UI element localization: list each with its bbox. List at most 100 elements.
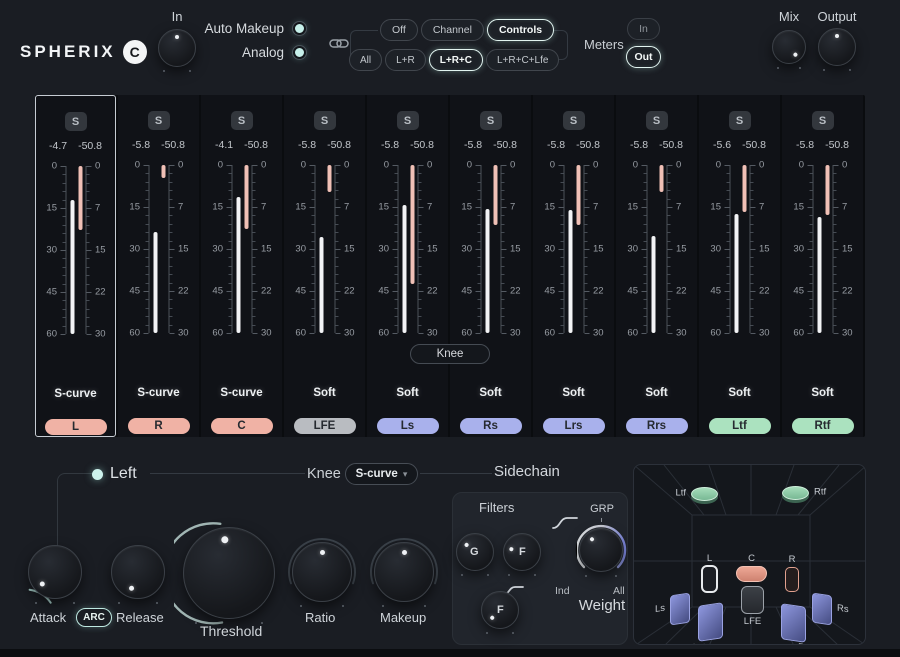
channel-meter: 01530456007152230 — [457, 165, 524, 333]
channel-strip-c[interactable]: S-4.1-50.801530456007152230S-curveC — [201, 95, 282, 437]
group-button-l-r-c[interactable]: L+R+C — [429, 49, 483, 71]
solo-button[interactable]: S — [563, 111, 585, 130]
channel-pill-lrs[interactable]: Lrs — [543, 418, 605, 434]
channel-strip-rrs[interactable]: S-5.8-50.801530456007152230SoftRrs — [616, 95, 697, 437]
logo-badge-icon: C — [123, 40, 147, 64]
mix-knob[interactable] — [772, 30, 806, 64]
speaker-label: Lrs — [693, 641, 706, 645]
channel-pill-ls[interactable]: Ls — [377, 418, 439, 434]
attack-knob[interactable] — [28, 545, 82, 599]
speaker-ls[interactable]: Ls — [670, 593, 690, 626]
solo-button[interactable]: S — [646, 111, 668, 130]
speaker-c[interactable]: C — [736, 566, 767, 582]
gain-reduction-bar — [244, 165, 248, 229]
meter-ruler — [251, 165, 258, 333]
channel-meter: 01530456007152230 — [623, 165, 690, 333]
sidechain-freq2-knob[interactable] — [481, 591, 519, 629]
logo-text: SPHERIX — [20, 42, 116, 62]
knee-select[interactable]: S-curve ▾ — [345, 463, 418, 485]
channel-strip-ltf[interactable]: S-5.6-50.801530456007152230SoftLtf — [699, 95, 780, 437]
solo-button[interactable]: S — [480, 111, 502, 130]
group-button-l-r[interactable]: L+R — [385, 49, 426, 71]
mode-button-off[interactable]: Off — [380, 19, 418, 41]
speaker-rtf[interactable]: Rtf — [782, 486, 809, 500]
solo-button[interactable]: S — [812, 111, 834, 130]
knee-label: Knee — [307, 466, 341, 482]
channel-pill-c[interactable]: C — [211, 418, 273, 434]
link-icon[interactable] — [329, 37, 349, 55]
knob-indicator — [105, 539, 172, 606]
meters-out-button[interactable]: Out — [626, 46, 661, 68]
level-meter-bar — [236, 197, 240, 333]
output-knob[interactable] — [818, 28, 856, 66]
analog-toggle[interactable] — [293, 46, 306, 59]
weight-knob[interactable] — [579, 528, 623, 572]
solo-button[interactable]: S — [231, 111, 253, 130]
makeup-knob[interactable] — [374, 542, 434, 602]
channel-pill-ltf[interactable]: Ltf — [709, 418, 771, 434]
arc-button[interactable]: ARC — [76, 608, 112, 627]
speaker-ltf[interactable]: Ltf — [691, 487, 718, 501]
release-knob[interactable] — [111, 545, 165, 599]
speaker-l[interactable]: L — [701, 565, 718, 593]
channel-strip-lrs[interactable]: S-5.8-50.801530456007152230SoftLrs — [533, 95, 614, 437]
channel-pill-l[interactable]: L — [45, 419, 107, 435]
speaker-label: C — [748, 553, 755, 564]
speaker-lfe[interactable]: LFE — [741, 586, 764, 614]
meter-ruler — [391, 165, 398, 333]
weight-min-label: Ind — [555, 585, 570, 597]
threshold-label: Threshold — [200, 623, 262, 639]
speaker-label: LFE — [744, 616, 761, 627]
mode-button-channel[interactable]: Channel — [421, 19, 484, 41]
group-button-l-r-c-lfe[interactable]: L+R+C+Lfe — [486, 49, 559, 71]
speaker-r[interactable]: R — [785, 567, 799, 592]
speaker-layout-panel: Ltf Rtf L C R LFE Ls Lrs RrsRs — [633, 464, 866, 645]
channel-readout: -5.8-50.8 — [533, 139, 614, 151]
sidechain-panel: Filters G F F GRP — [452, 492, 628, 645]
meter-scale-right: 07152230 — [341, 165, 358, 333]
speaker-lrs[interactable]: Lrs — [698, 602, 723, 642]
speaker-label: R — [789, 554, 796, 565]
speaker-rs[interactable]: Rs — [812, 593, 832, 626]
channel-strip-l[interactable]: S-4.7-50.801530456007152230S-curveL — [35, 95, 116, 437]
auto-makeup-toggle[interactable] — [293, 22, 306, 35]
mode-button-controls[interactable]: Controls — [487, 19, 554, 41]
sidechain-gain-knob[interactable] — [456, 533, 494, 571]
channel-pill-rs[interactable]: Rs — [460, 418, 522, 434]
knob-indicator — [766, 24, 811, 69]
meter-ruler — [142, 165, 149, 333]
channel-strip-r[interactable]: S-5.8-50.801530456007152230S-curveR — [118, 95, 199, 437]
knee-button[interactable]: Knee — [410, 344, 490, 364]
solo-button[interactable]: S — [729, 111, 751, 130]
meter-ruler — [59, 166, 66, 334]
channel-pill-rtf[interactable]: Rtf — [792, 418, 854, 434]
solo-button[interactable]: S — [65, 112, 87, 131]
channel-strip-ls[interactable]: S-5.8-50.801530456007152230SoftLs — [367, 95, 448, 437]
group-button-all[interactable]: All — [349, 49, 382, 71]
channel-pill-r[interactable]: R — [128, 418, 190, 434]
speaker-rrs[interactable]: Rrs — [781, 603, 806, 643]
channel-strip-lfe[interactable]: S-5.8-50.801530456007152230SoftLFE — [284, 95, 365, 437]
channel-pill-rrs[interactable]: Rrs — [626, 418, 688, 434]
channel-meter: 01530456007152230 — [125, 165, 192, 333]
release-label: Release — [116, 610, 164, 625]
level-meter-bar — [485, 209, 489, 333]
meter-scale-right: 07152230 — [839, 165, 856, 333]
solo-button[interactable]: S — [397, 111, 419, 130]
ratio-knob[interactable] — [292, 542, 352, 602]
channel-strip-rtf[interactable]: S-5.8-50.801530456007152230SoftRtf — [782, 95, 863, 437]
speaker-label: Ls — [655, 603, 665, 615]
speaker-label: Rtf — [814, 486, 826, 497]
channel-knee-type: S-curve — [201, 387, 282, 399]
channel-pill-lfe[interactable]: LFE — [294, 418, 356, 434]
connector-line — [420, 473, 492, 474]
channel-readout: -5.6-50.8 — [699, 139, 780, 151]
meter-ruler — [474, 165, 481, 333]
meter-scale-right: 07152230 — [424, 165, 441, 333]
channel-strip-rs[interactable]: S-5.8-50.801530456007152230SoftRs — [450, 95, 531, 437]
threshold-knob[interactable] — [183, 527, 275, 619]
solo-button[interactable]: S — [148, 111, 170, 130]
solo-button[interactable]: S — [314, 111, 336, 130]
meters-in-button[interactable]: In — [627, 18, 660, 40]
sidechain-freq-knob[interactable] — [503, 533, 541, 571]
